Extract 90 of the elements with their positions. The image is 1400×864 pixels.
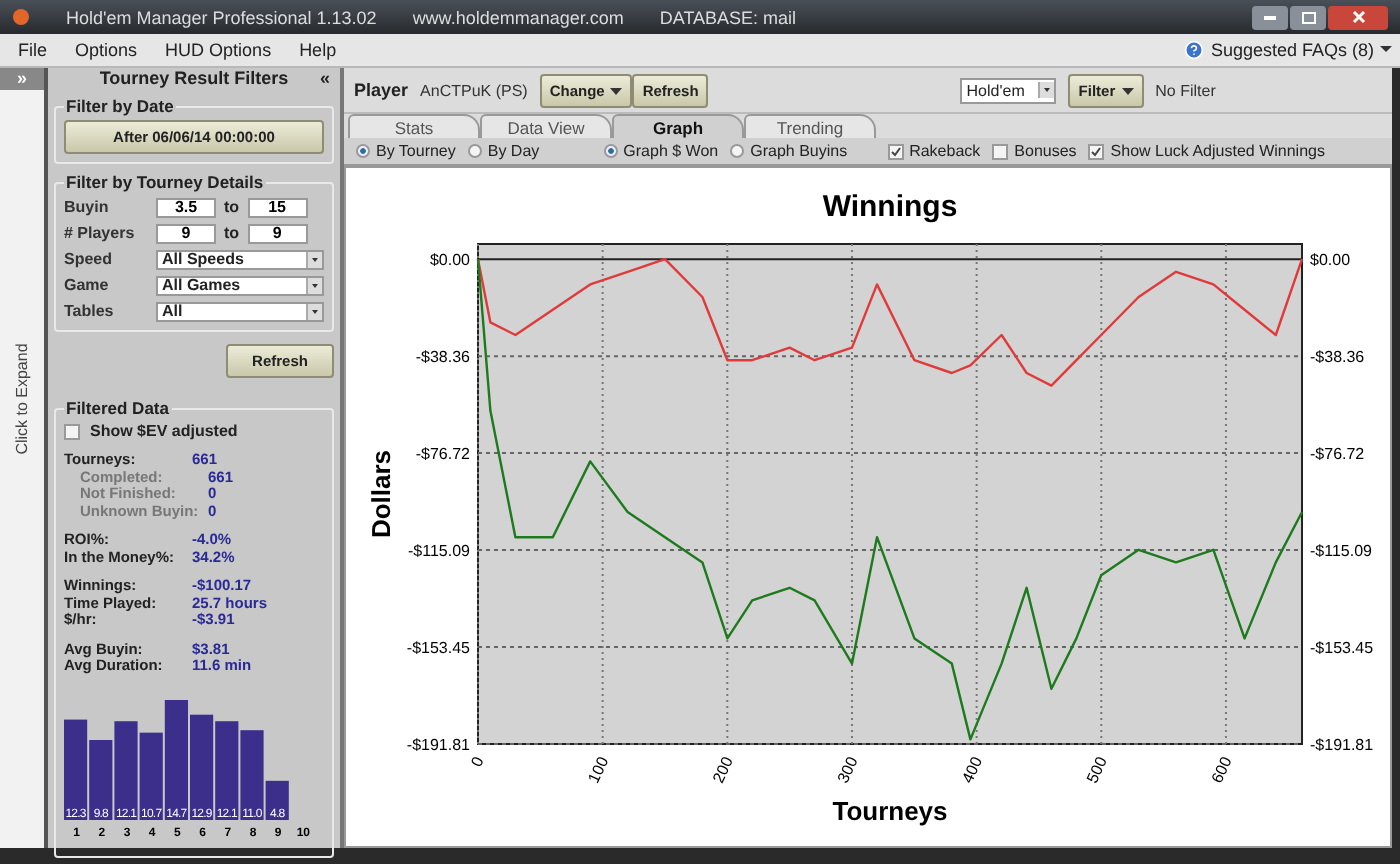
dropdown[interactable]: All Speeds [156,249,324,269]
player-label: Player [354,80,409,100]
checkbox[interactable] [64,423,80,439]
suggested-faqs-link[interactable]: Suggested FAQs (8) [1184,40,1392,60]
dropdown-caret-icon[interactable] [1038,82,1055,98]
x-tick-label: 100 [584,754,613,786]
histogram-bar [64,718,88,819]
dropdown-caret-icon[interactable] [306,251,322,267]
y-tick-label: -$76.72 [1310,445,1365,464]
histogram-bar [89,739,113,819]
check-icon [1090,145,1103,157]
x-tick-label: 200 [709,754,737,786]
caret-icon[interactable] [1121,87,1134,96]
x-axis-title: Tourneys [832,796,948,826]
radio-option[interactable]: Graph $ Won [603,142,719,160]
radio-option[interactable]: By Day [467,142,540,160]
histogram-bar [164,699,188,819]
y-tick-label: -$153.45 [406,639,470,658]
histogram-bar [114,720,138,819]
expand-label[interactable]: Click to Expand [13,343,31,455]
close-button[interactable] [1328,5,1388,29]
y-tick-label: $0.00 [429,251,470,270]
close-icon[interactable] [1351,10,1365,24]
range-to-field[interactable]: 15 [247,197,308,217]
histogram-bar [139,731,163,819]
y-tick-label: $0.00 [1310,251,1351,270]
tab[interactable]: Graph [612,114,744,138]
range-separator: to [224,198,240,216]
website-text: www.holdemmanager.com [412,7,624,27]
caret-icon[interactable] [610,87,623,96]
field-label: Buyin [64,198,111,216]
group-title: Filter by Date [64,96,176,116]
menu-item[interactable]: Options [75,40,138,60]
radio-option[interactable]: By Tourney [356,142,456,160]
y-tick-label: -$191.81 [406,736,470,754]
y-tick-label: -$191.81 [1310,736,1374,754]
histogram-bar [215,720,239,819]
dropdown-caret-icon[interactable] [306,303,322,319]
checkbox-option[interactable]: Rakeback [887,142,981,160]
y-tick-label: -$38.36 [415,348,470,367]
dropdown[interactable]: All Games [156,275,324,295]
group-title: Filtered Data [64,398,171,418]
maximize-button[interactable] [1290,5,1326,29]
x-tick-label: 300 [834,754,862,786]
game-dropdown[interactable]: Hold'em [960,77,1057,103]
range-from-field[interactable]: 3.5 [156,197,216,217]
histogram-bar [190,713,214,819]
minimize-button[interactable] [1252,5,1288,29]
radio-option[interactable]: Graph Buyins [730,142,848,160]
database-text: DATABASE: mail [659,7,797,27]
x-tick-label: 600 [1208,754,1236,786]
window-title: Hold'em Manager Professional 1.13.02 [66,7,377,27]
y-tick-label: -$115.09 [408,542,470,561]
checkbox-option[interactable]: Show Luck Adjusted Winnings [1088,142,1325,160]
panel-title: Tourney Result Filters [99,68,289,88]
y-tick-label: -$115.09 [1310,542,1372,561]
tab[interactable]: Stats [348,114,480,138]
collapse-button[interactable]: « [319,68,330,88]
player-name: AnCTPuK (PS) [420,81,528,99]
checkbox-option[interactable]: Bonuses [992,142,1077,160]
y-axis-title: Dollars [366,449,396,539]
field-label: # Players [64,224,137,242]
tab[interactable]: Trending [744,114,876,138]
x-tick-label: 400 [958,754,987,786]
field-label: Speed [64,250,115,268]
field-label: Tables [64,302,116,320]
y-tick-label: -$76.72 [415,445,470,464]
x-tick-label: 0 [467,754,488,770]
dropdown-caret-icon[interactable] [306,277,322,293]
y-tick-label: -$38.36 [1310,348,1365,367]
group-title: Filter by Tourney Details [64,172,266,192]
y-tick-label: -$153.45 [1310,639,1374,658]
range-from-field[interactable]: 9 [156,223,216,243]
menu-item[interactable]: HUD Options [165,40,272,60]
caret-icon[interactable] [1380,46,1392,54]
check-icon [889,145,902,157]
filter-status: No Filter [1155,81,1216,99]
ev-adjusted-checkbox[interactable]: Show $EV adjusted [64,422,324,440]
dropdown[interactable]: All [156,301,324,321]
help-icon[interactable] [1184,40,1205,60]
chart-title: Winnings [822,190,958,224]
field-label: Game [64,276,111,294]
tab[interactable]: Data View [480,114,612,138]
menu-item[interactable]: File [18,40,48,60]
range-separator: to [224,224,240,242]
range-to-field[interactable]: 9 [247,223,308,243]
x-tick-label: 500 [1083,754,1111,786]
menu-item[interactable]: Help [299,40,337,60]
app-logo-icon [12,8,30,26]
expand-button[interactable]: » [0,68,44,90]
